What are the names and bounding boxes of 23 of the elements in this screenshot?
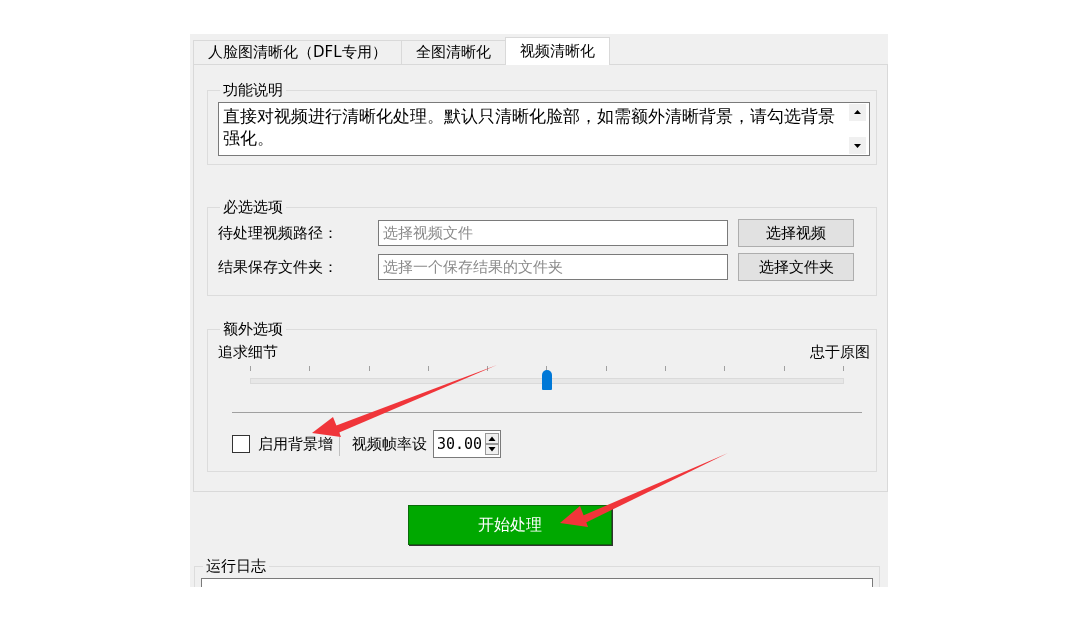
- checkbox-label: 启用背景增: [258, 434, 333, 454]
- field-label: 结果保存文件夹：: [218, 257, 339, 277]
- browse-button[interactable]: 选择文件夹: [738, 253, 854, 281]
- input-field[interactable]: 选择一个保存结果的文件夹: [378, 254, 728, 280]
- checkbox[interactable]: [232, 435, 250, 453]
- slider-label: 追求细节: [218, 343, 278, 362]
- number-spinner[interactable]: 30.00: [433, 430, 502, 458]
- scroll-down-icon[interactable]: [849, 137, 866, 154]
- spinner-arrows-icon[interactable]: [485, 433, 500, 455]
- field-label: 待处理视频路径：: [218, 223, 339, 243]
- slider-thumb[interactable]: [542, 370, 552, 390]
- group-title: 必选选项: [222, 198, 284, 217]
- group-title: 功能说明: [222, 81, 284, 100]
- description-text: 直接对视频进行清晰化处理。默认只清晰化脸部，如需额外清晰背景，请勾选背景强化。: [222, 105, 836, 150]
- browse-button[interactable]: 选择视频: [738, 219, 854, 247]
- input-field[interactable]: 选择视频文件: [378, 220, 728, 246]
- group-title: 运行日志: [205, 557, 267, 576]
- tab[interactable]: 人脸图清晰化（DFL专用）: [193, 40, 402, 64]
- scroll-up-icon[interactable]: [849, 104, 866, 121]
- field-label: 视频帧率设: [352, 434, 427, 454]
- tab[interactable]: 视频清晰化: [504, 37, 610, 65]
- slider-label: 忠于原图: [810, 343, 870, 362]
- group-title: 额外选项: [222, 320, 284, 339]
